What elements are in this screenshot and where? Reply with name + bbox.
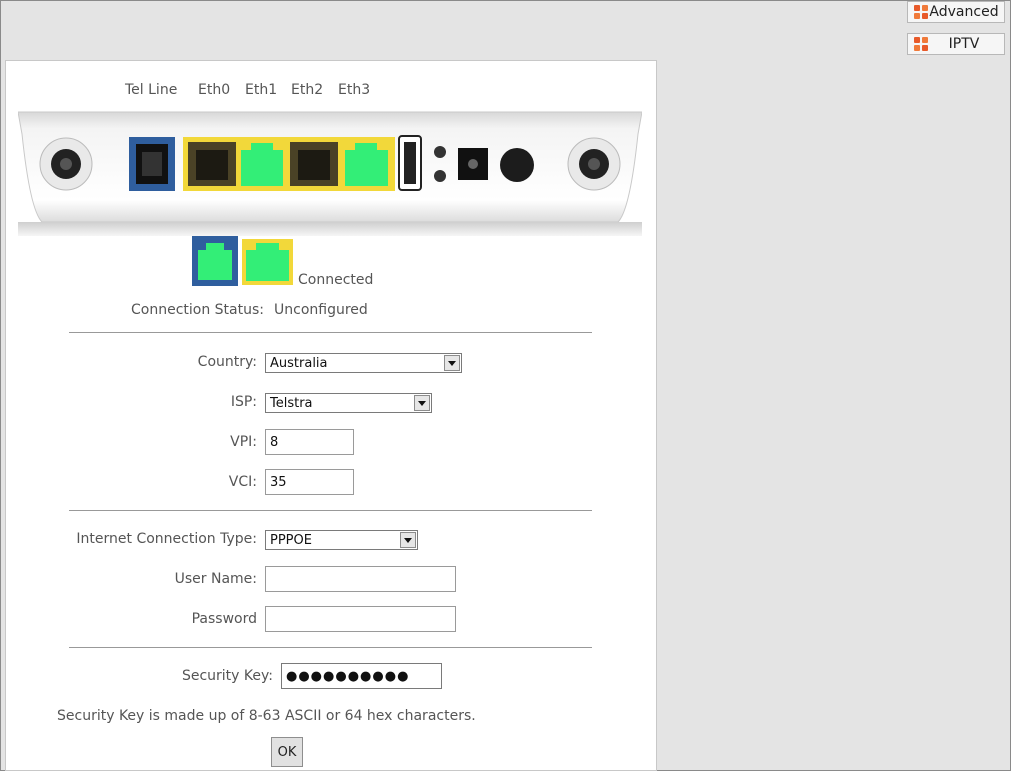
advanced-icon [914, 5, 928, 19]
eth-connected-icon [242, 239, 293, 285]
vpi-input[interactable]: 8 [265, 429, 354, 455]
advanced-button-label: Advanced [929, 4, 999, 20]
username-label: User Name: [174, 571, 257, 587]
security-key-input-value: ●●●●●●●●●● [286, 668, 410, 684]
vpi-label: VPI: [230, 434, 257, 450]
security-key-label: Security Key: [181, 668, 273, 684]
divider [69, 510, 592, 511]
port-label-eth1: Eth1 [245, 82, 278, 98]
country-label: Country: [197, 354, 257, 370]
security-key-input[interactable]: ●●●●●●●●●● [281, 663, 442, 689]
connection-status-value: Unconfigured [274, 302, 368, 318]
connection-type-label: Internet Connection Type: [76, 531, 257, 547]
connected-legend-label: Connected [298, 272, 374, 288]
divider [69, 332, 592, 333]
ok-button[interactable]: OK [271, 737, 303, 767]
advanced-button[interactable]: Advanced [907, 1, 1005, 23]
connection-status-label: Connection Status: [131, 302, 264, 318]
password-input[interactable] [265, 606, 456, 632]
country-select-value: Australia [270, 355, 328, 371]
port-label-eth3: Eth3 [338, 82, 371, 98]
security-key-note: Security Key is made up of 8-63 ASCII or… [57, 708, 476, 724]
tel-connected-icon [192, 236, 238, 286]
ok-button-label: OK [277, 744, 297, 760]
divider [69, 647, 592, 648]
port-label-eth0: Eth0 [198, 82, 231, 98]
iptv-button[interactable]: IPTV [907, 33, 1005, 55]
vpi-input-value: 8 [270, 434, 279, 450]
connection-type-select[interactable]: PPPOE [265, 530, 418, 550]
username-input[interactable] [265, 566, 456, 592]
chevron-down-icon [414, 395, 430, 411]
vci-label: VCI: [228, 474, 257, 490]
isp-label: ISP: [230, 394, 257, 410]
country-select[interactable]: Australia [265, 353, 462, 373]
port-label-tel-line: Tel Line [125, 82, 178, 98]
iptv-icon [914, 37, 928, 51]
chevron-down-icon [400, 532, 416, 548]
vci-input-value: 35 [270, 474, 287, 490]
chevron-down-icon [444, 355, 460, 371]
isp-select-value: Telstra [270, 395, 313, 411]
router-back-image [18, 111, 642, 236]
iptv-button-label: IPTV [948, 36, 980, 52]
port-label-eth2: Eth2 [291, 82, 324, 98]
connection-type-select-value: PPPOE [270, 532, 312, 548]
vci-input[interactable]: 35 [265, 469, 354, 495]
isp-select[interactable]: Telstra [265, 393, 432, 413]
password-label: Password [191, 611, 257, 627]
